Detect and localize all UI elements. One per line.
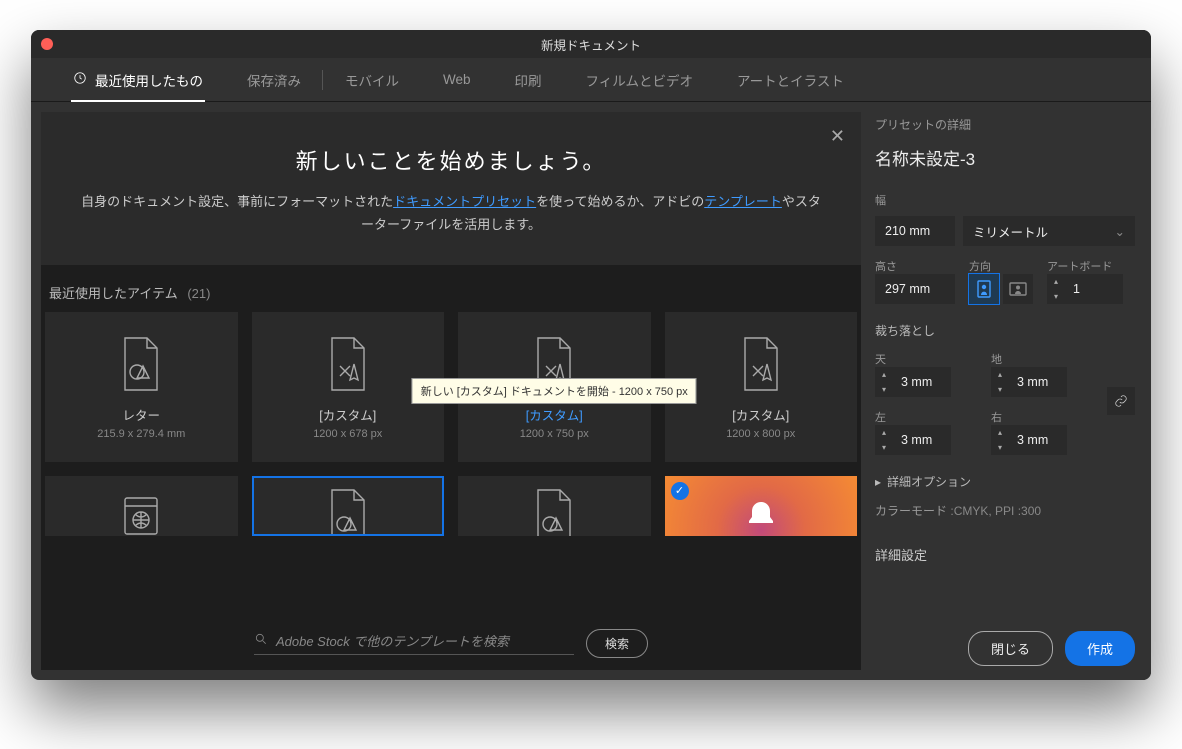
- stock-search-bar: Adobe Stock で他のテンプレートを検索 検索: [41, 616, 861, 670]
- preset-dim: 215.9 x 279.4 mm: [97, 428, 185, 440]
- check-icon: ✓: [671, 482, 689, 500]
- bleed-bottom-label: 地: [991, 351, 1097, 367]
- close-button[interactable]: 閉じる: [968, 631, 1053, 666]
- close-window-button[interactable]: [41, 38, 53, 50]
- preset-name: [カスタム]: [526, 405, 583, 424]
- tab-label: 印刷: [515, 70, 542, 90]
- orientation-landscape-button[interactable]: [1003, 274, 1033, 304]
- page-icon: [324, 333, 372, 395]
- bleed-bottom-stepper[interactable]: ▴▾: [991, 367, 1097, 397]
- height-input[interactable]: 297 mm: [875, 274, 955, 304]
- tab-saved[interactable]: 保存済み: [225, 58, 323, 102]
- artboards-label: アートボード: [1047, 258, 1135, 274]
- tab-recent[interactable]: 最近使用したもの: [51, 58, 225, 102]
- search-button[interactable]: 検索: [586, 629, 648, 658]
- advanced-options-toggle[interactable]: ▸ 詳細オプション: [875, 473, 1135, 490]
- bell-icon: [737, 496, 785, 536]
- artboards-input[interactable]: [1065, 274, 1123, 304]
- bleed-left-input[interactable]: [893, 425, 951, 455]
- bleed-right-label: 右: [991, 409, 1097, 425]
- preset-card-5[interactable]: [458, 476, 651, 536]
- hero-banner: ✕ 新しいことを始めましょう。 自身のドキュメント設定、事前にフォーマットされた…: [41, 112, 861, 265]
- page-icon: [737, 333, 785, 395]
- unit-value: ミリメートル: [973, 222, 1048, 241]
- tab-art[interactable]: アートとイラスト: [715, 58, 866, 102]
- preset-name-field[interactable]: 名称未設定-3: [875, 145, 1135, 170]
- tab-film[interactable]: フィルムとビデオ: [564, 58, 715, 102]
- orientation-label: 方向: [969, 258, 1033, 274]
- tab-label: 最近使用したもの: [95, 70, 203, 90]
- orientation-portrait-button[interactable]: [969, 274, 999, 304]
- height-label: 高さ: [875, 258, 955, 274]
- preset-card-web[interactable]: [45, 476, 238, 536]
- new-document-dialog: 新規ドキュメント 最近使用したもの 保存済み モバイル Web 印刷 フィルムと…: [31, 30, 1151, 680]
- artboards-stepper[interactable]: ▴▾: [1047, 274, 1135, 304]
- preset-dim: 1200 x 678 px: [313, 428, 382, 440]
- window-title: 新規ドキュメント: [31, 35, 1151, 54]
- bleed-left-label: 左: [875, 409, 981, 425]
- create-button[interactable]: 作成: [1065, 631, 1135, 666]
- bleed-right-stepper[interactable]: ▴▾: [991, 425, 1097, 455]
- bleed-bottom-input[interactable]: [1009, 367, 1067, 397]
- template-link[interactable]: テンプレート: [704, 194, 782, 209]
- tab-label: Web: [443, 72, 471, 87]
- landscape-icon: [1009, 282, 1027, 296]
- bleed-top-label: 天: [875, 351, 981, 367]
- hero-title: 新しいことを始めましょう。: [81, 144, 821, 176]
- preset-name: [カスタム]: [732, 405, 789, 424]
- bleed-left-stepper[interactable]: ▴▾: [875, 425, 981, 455]
- tab-label: アートとイラスト: [737, 70, 844, 90]
- clock-icon: [73, 71, 87, 88]
- preset-name: [カスタム]: [319, 405, 376, 424]
- tab-label: 保存済み: [247, 70, 301, 90]
- portrait-icon: [977, 280, 991, 298]
- globe-icon: [117, 488, 165, 536]
- step-up-icon[interactable]: ▴: [1047, 274, 1065, 289]
- tab-print[interactable]: 印刷: [493, 58, 564, 102]
- link-icon[interactable]: [1107, 387, 1135, 415]
- close-icon[interactable]: ✕: [830, 126, 845, 147]
- preset-card-letter[interactable]: レター 215.9 x 279.4 mm: [45, 312, 238, 462]
- page-icon: [117, 333, 165, 395]
- preset-dim: 1200 x 750 px: [520, 428, 589, 440]
- category-tabs: 最近使用したもの 保存済み モバイル Web 印刷 フィルムとビデオ アートとイ…: [31, 58, 1151, 102]
- preset-name: レター: [122, 405, 160, 424]
- chevron-right-icon: ▸: [875, 475, 881, 489]
- bleed-right-input[interactable]: [1009, 425, 1067, 455]
- titlebar: 新規ドキュメント: [31, 30, 1151, 58]
- tab-mobile[interactable]: モバイル: [323, 58, 421, 102]
- preset-card-custom-2[interactable]: [カスタム] 1200 x 750 px 新しい [カスタム] ドキュメントを開…: [458, 312, 651, 462]
- preset-dim: 1200 x 800 px: [726, 428, 795, 440]
- tab-web[interactable]: Web: [421, 58, 493, 102]
- recent-items-heading: 最近使用したアイテム (21): [41, 265, 861, 312]
- unit-select[interactable]: ミリメートル ⌄: [963, 216, 1135, 246]
- preset-card-stock[interactable]: ✓: [665, 476, 858, 536]
- preset-link[interactable]: ドキュメントプリセット: [393, 194, 536, 209]
- advanced-settings-button[interactable]: 詳細設定: [875, 545, 1135, 564]
- template-area: ✕ 新しいことを始めましょう。 自身のドキュメント設定、事前にフォーマットされた…: [41, 112, 861, 670]
- hero-text: 自身のドキュメント設定、事前にフォーマットされたドキュメントプリセットを使って始…: [81, 190, 821, 237]
- chevron-down-icon: ⌄: [1115, 224, 1125, 239]
- step-down-icon[interactable]: ▾: [1047, 289, 1065, 304]
- width-label: 幅: [875, 192, 1135, 208]
- preset-detail-panel: プリセットの詳細 名称未設定-3 幅 210 mm ミリメートル ⌄ 高さ 29…: [861, 102, 1151, 680]
- search-icon: [254, 632, 268, 649]
- tooltip: 新しい [カスタム] ドキュメントを開始 - 1200 x 750 px: [412, 378, 697, 404]
- page-icon: [530, 488, 578, 536]
- tab-label: モバイル: [345, 70, 399, 90]
- width-input[interactable]: 210 mm: [875, 216, 955, 246]
- color-mode-info: カラーモード :CMYK, PPI :300: [875, 502, 1135, 519]
- page-icon: [324, 488, 372, 536]
- preset-card-selected[interactable]: [252, 476, 445, 536]
- search-input[interactable]: Adobe Stock で他のテンプレートを検索: [254, 631, 574, 655]
- preset-detail-label: プリセットの詳細: [875, 116, 1135, 133]
- bleed-top-input[interactable]: [893, 367, 951, 397]
- bleed-label: 裁ち落とし: [875, 322, 1135, 339]
- bleed-top-stepper[interactable]: ▴▾: [875, 367, 981, 397]
- tab-label: フィルムとビデオ: [586, 70, 693, 90]
- search-placeholder: Adobe Stock で他のテンプレートを検索: [276, 631, 509, 650]
